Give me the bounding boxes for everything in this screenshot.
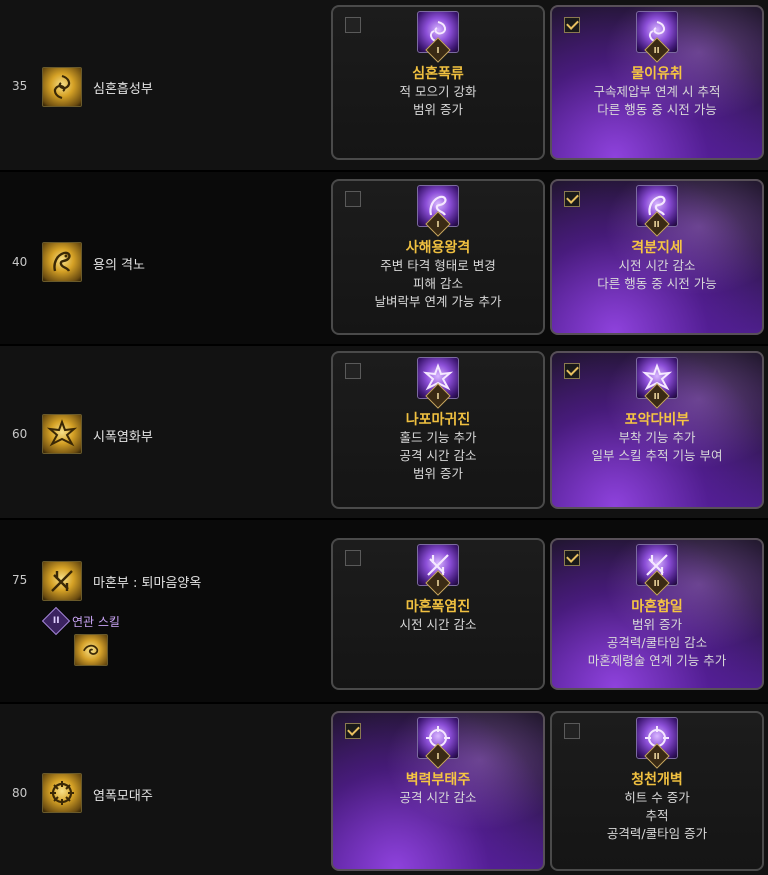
- skill-name: 심혼흡성부: [93, 82, 153, 97]
- tier-badge: II: [41, 606, 71, 636]
- dragon-icon[interactable]: [42, 242, 82, 282]
- select-checkbox[interactable]: [564, 17, 580, 33]
- skill-row: 80 염폭모대주 I 벽력부태주 공격 시간 감소 II 청천개벽 히트 수 증…: [0, 704, 768, 875]
- skill-name: 마혼부 : 퇴마음양옥: [93, 576, 202, 591]
- option-name: 사해용왕격: [405, 240, 471, 256]
- option-description: 구속제압부 연계 시 추적 다른 행동 중 시전 가능: [593, 84, 721, 117]
- option-name: 마혼폭염진: [405, 599, 471, 615]
- skill-level: 75: [12, 573, 28, 587]
- option-name: 나포마귀진: [405, 412, 471, 428]
- option-name: 포악다비부: [624, 412, 690, 428]
- skill-name: 염폭모대주: [93, 789, 153, 804]
- related-skill-label: 연관 스킬: [72, 614, 120, 629]
- skill-row: 75 마혼부 : 퇴마음양옥 II 연관 스킬 I 마혼폭염진 시전 시간 감소…: [0, 520, 768, 702]
- skill-name: 시폭염화부: [93, 430, 153, 445]
- skill-row: 35 심혼흡성부 I 심혼폭류 적 모으기 강화 범위 증가 II 물이유취 구…: [0, 0, 768, 170]
- option-description: 주변 타격 형태로 변경 피해 감소 날벼락부 연계 가능 추가: [374, 258, 502, 309]
- option-description: 홀드 기능 추가 공격 시간 감소 범위 증가: [399, 430, 477, 481]
- select-checkbox[interactable]: [564, 723, 580, 739]
- option-description: 적 모으기 강화 범위 증가: [399, 84, 477, 117]
- option-description: 범위 증가 공격력/쿨타임 감소 마혼제령술 연계 기능 추가: [587, 617, 727, 668]
- skill-level: 40: [12, 255, 28, 269]
- option-name: 마혼합일: [631, 599, 683, 615]
- option-name: 청천개벽: [631, 772, 683, 788]
- tripod-option-card[interactable]: I 나포마귀진 홀드 기능 추가 공격 시간 감소 범위 증가: [331, 351, 545, 509]
- option-description: 히트 수 증가 추적 공격력/쿨타임 증가: [606, 790, 708, 841]
- select-checkbox[interactable]: [564, 550, 580, 566]
- tripod-option-card[interactable]: II 격분지세 시전 시간 감소 다른 행동 중 시전 가능: [550, 179, 764, 335]
- option-description: 공격 시간 감소: [399, 790, 477, 805]
- skill-level: 80: [12, 786, 28, 800]
- option-name: 심혼폭류: [412, 66, 464, 82]
- tripod-option-card[interactable]: II 물이유취 구속제압부 연계 시 추적 다른 행동 중 시전 가능: [550, 5, 764, 160]
- select-checkbox[interactable]: [345, 723, 361, 739]
- swirl-icon[interactable]: [42, 67, 82, 107]
- spirit-icon[interactable]: [74, 634, 108, 666]
- fire-wheel-icon[interactable]: [42, 773, 82, 813]
- select-checkbox[interactable]: [564, 191, 580, 207]
- skill-level: 60: [12, 427, 28, 441]
- tripod-option-card[interactable]: I 사해용왕격 주변 타격 형태로 변경 피해 감소 날벼락부 연계 가능 추가: [331, 179, 545, 335]
- skill-row: 40 용의 격노 I 사해용왕격 주변 타격 형태로 변경 피해 감소 날벼락부…: [0, 172, 768, 344]
- skill-level: 35: [12, 79, 28, 93]
- select-checkbox[interactable]: [345, 363, 361, 379]
- tripod-option-card[interactable]: II 마혼합일 범위 증가 공격력/쿨타임 감소 마혼제령술 연계 기능 추가: [550, 538, 764, 690]
- option-name: 물이유취: [631, 66, 683, 82]
- select-checkbox[interactable]: [345, 191, 361, 207]
- tripod-option-card[interactable]: I 심혼폭류 적 모으기 강화 범위 증가: [331, 5, 545, 160]
- tripod-option-card[interactable]: I 벽력부태주 공격 시간 감소: [331, 711, 545, 871]
- related-skill: II 연관 스킬: [41, 606, 120, 636]
- select-checkbox[interactable]: [345, 17, 361, 33]
- option-description: 부착 기능 추가 일부 스킬 추적 기능 부여: [591, 430, 723, 463]
- tripod-option-card[interactable]: II 청천개벽 히트 수 증가 추적 공격력/쿨타임 증가: [550, 711, 764, 871]
- skill-row: 60 시폭염화부 I 나포마귀진 홀드 기능 추가 공격 시간 감소 범위 증가…: [0, 346, 768, 518]
- explosion-icon[interactable]: [42, 414, 82, 454]
- option-name: 격분지세: [631, 240, 683, 256]
- select-checkbox[interactable]: [564, 363, 580, 379]
- tripod-option-card[interactable]: II 포악다비부 부착 기능 추가 일부 스킬 추적 기능 부여: [550, 351, 764, 509]
- skill-name: 용의 격노: [93, 258, 145, 273]
- talisman-icon[interactable]: [42, 561, 82, 601]
- option-description: 시전 시간 감소: [399, 617, 477, 632]
- option-description: 시전 시간 감소 다른 행동 중 시전 가능: [597, 258, 717, 291]
- select-checkbox[interactable]: [345, 550, 361, 566]
- option-name: 벽력부태주: [405, 772, 471, 788]
- tripod-option-card[interactable]: I 마혼폭염진 시전 시간 감소: [331, 538, 545, 690]
